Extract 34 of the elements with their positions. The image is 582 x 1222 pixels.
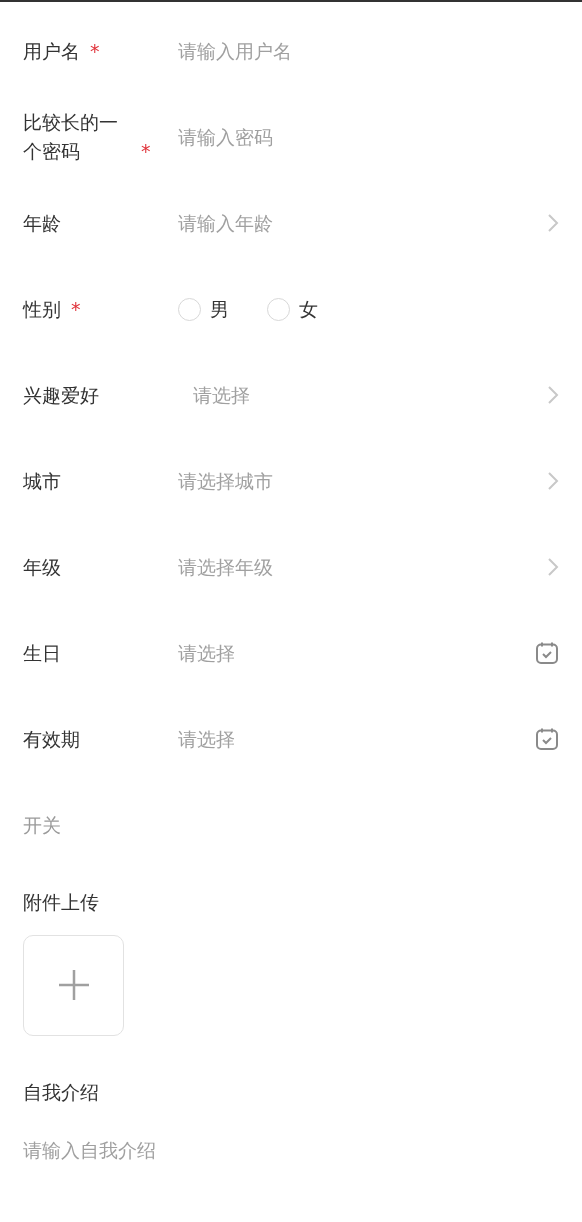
input-field[interactable]: 请输入年龄 bbox=[178, 208, 547, 238]
field-label: 兴趣爱好 bbox=[23, 382, 99, 408]
radio-option[interactable]: 女 bbox=[267, 294, 318, 324]
chevron-right-icon bbox=[547, 557, 559, 577]
field-label: 有效期 bbox=[23, 726, 80, 752]
required-mark: * bbox=[71, 296, 81, 322]
input-field[interactable]: 请输入密码 bbox=[178, 122, 559, 152]
input-field[interactable]: 请选择城市 bbox=[178, 466, 547, 496]
input-field[interactable]: 请选择 bbox=[178, 724, 535, 754]
input-field[interactable]: 请输入用户名 bbox=[178, 36, 559, 66]
intro-field[interactable]: 请输入自我介绍 bbox=[23, 1136, 559, 1196]
field-label: 比较长的一个密码 bbox=[23, 110, 119, 164]
chevron-right-icon bbox=[547, 471, 559, 491]
chevron-right-icon bbox=[547, 213, 559, 233]
calendar-icon bbox=[535, 641, 559, 665]
intro-label: 自我介绍 bbox=[23, 1080, 99, 1103]
input-field[interactable]: 请选择 bbox=[178, 380, 543, 410]
field-label: 生日 bbox=[23, 640, 61, 666]
field-label: 年龄 bbox=[23, 210, 61, 236]
plus-icon bbox=[57, 969, 90, 1001]
radio-option[interactable]: 男 bbox=[178, 294, 229, 324]
calendar-icon bbox=[535, 727, 559, 751]
field-label: 开关 bbox=[23, 812, 61, 838]
upload-label: 附件上传 bbox=[23, 891, 99, 913]
input-field[interactable]: 请选择 bbox=[178, 638, 535, 668]
field-label: 城市 bbox=[23, 468, 61, 494]
field-label: 用户名 bbox=[23, 38, 80, 64]
required-mark: * bbox=[90, 38, 100, 64]
field-label: 性别 bbox=[23, 296, 61, 322]
required-mark: * bbox=[141, 139, 151, 164]
chevron-right-icon bbox=[547, 385, 559, 405]
field-label: 年级 bbox=[23, 554, 61, 580]
upload-button[interactable] bbox=[23, 934, 124, 1036]
input-field[interactable]: 请选择年级 bbox=[178, 552, 547, 582]
